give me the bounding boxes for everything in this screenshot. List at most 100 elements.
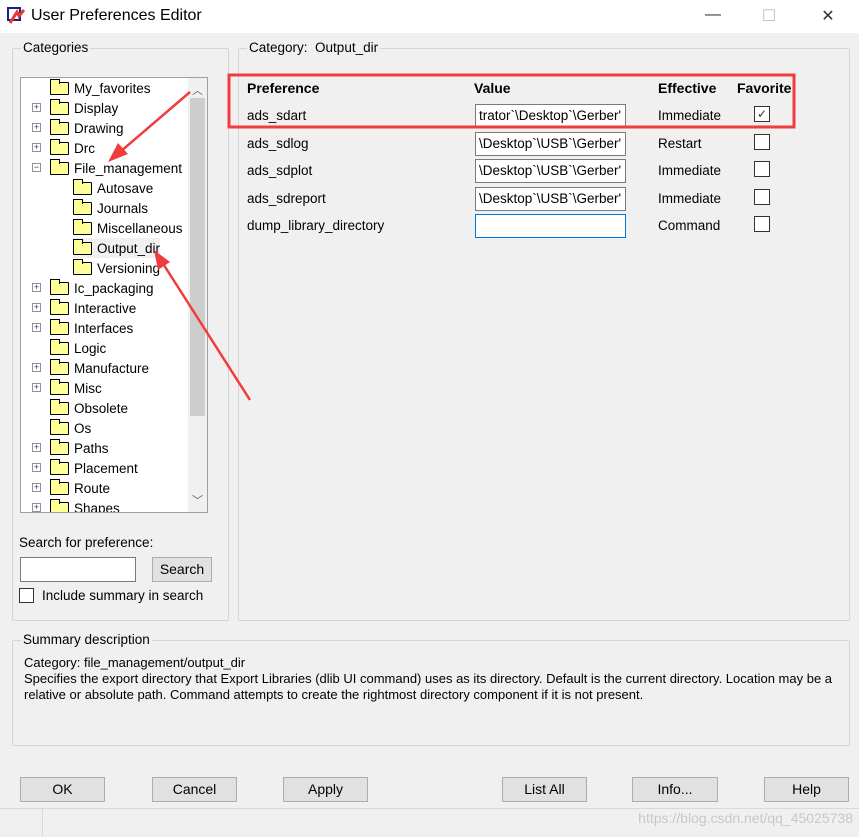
folder-icon xyxy=(50,438,69,455)
tree-item-drawing[interactable]: Drawing xyxy=(50,118,124,138)
tree-item-logic[interactable]: Logic xyxy=(50,338,106,358)
tree-item-label: Misc xyxy=(74,380,102,396)
expand-icon[interactable]: + xyxy=(32,443,41,452)
folder-icon xyxy=(50,338,69,355)
tree-item-route[interactable]: Route xyxy=(50,478,110,498)
favorite-checkbox[interactable] xyxy=(754,188,770,205)
tree-item-label: Interfaces xyxy=(74,320,134,336)
expand-icon[interactable]: + xyxy=(32,303,41,312)
tree-item-label: Drawing xyxy=(74,120,124,136)
tree-item-drc[interactable]: Drc xyxy=(50,138,95,158)
effective-value: Immediate xyxy=(658,108,722,123)
minimize-button[interactable]: — xyxy=(703,6,723,26)
ok-button[interactable]: OK xyxy=(20,777,105,802)
header-effective: Effective xyxy=(658,80,717,96)
include-summary-checkbox[interactable] xyxy=(19,588,34,603)
effective-value: Immediate xyxy=(658,190,722,206)
tree-item-interactive[interactable]: Interactive xyxy=(50,298,136,318)
expand-icon[interactable]: + xyxy=(32,463,41,472)
folder-icon xyxy=(50,78,69,95)
scroll-thumb[interactable] xyxy=(190,98,205,416)
folder-icon xyxy=(50,478,69,495)
preference-name: ads_sdplot xyxy=(247,163,313,178)
summary-category: Category: file_management/output_dir xyxy=(24,655,246,670)
folder-icon xyxy=(73,218,92,235)
tree-item-my_favorites[interactable]: My_favorites xyxy=(50,78,151,98)
collapse-icon[interactable]: − xyxy=(32,163,41,172)
tree-item-autosave[interactable]: Autosave xyxy=(73,178,153,198)
expand-icon[interactable]: + xyxy=(32,483,41,492)
title-bar: User Preferences Editor — ☐ ✕ xyxy=(0,0,859,33)
info-button[interactable]: Info... xyxy=(632,777,718,802)
tree-item-output_dir[interactable]: Output_dir xyxy=(73,238,161,258)
folder-icon xyxy=(50,358,69,375)
expand-icon[interactable]: + xyxy=(32,363,41,372)
tree-item-misc[interactable]: Misc xyxy=(50,378,102,398)
category-tree[interactable]: ︿ ﹀ My_favorites Display + Drawing + Drc + File… xyxy=(20,77,208,513)
favorite-checkbox[interactable] xyxy=(754,133,770,150)
tree-item-label: Drc xyxy=(74,140,95,156)
tree-item-ic_packaging[interactable]: Ic_packaging xyxy=(50,278,154,298)
tree-item-miscellaneous[interactable]: Miscellaneous xyxy=(73,218,183,238)
tree-item-versioning[interactable]: Versioning xyxy=(73,258,160,278)
preference-value-input[interactable]: \Desktop`\USB`\Gerber' xyxy=(475,131,626,156)
favorite-checkbox[interactable] xyxy=(754,216,770,232)
app-icon xyxy=(7,7,25,24)
preference-value-input[interactable] xyxy=(475,214,626,238)
list-all-button[interactable]: List All xyxy=(502,777,587,802)
tree-item-manufacture[interactable]: Manufacture xyxy=(50,358,149,378)
tree-item-label: Os xyxy=(74,420,92,436)
close-button[interactable]: ✕ xyxy=(818,6,838,26)
tree-item-display[interactable]: Display xyxy=(50,98,118,118)
preference-name: ads_sdart xyxy=(247,108,307,123)
tree-item-journals[interactable]: Journals xyxy=(73,198,148,218)
tree-item-label: Manufacture xyxy=(74,360,150,376)
folder-icon xyxy=(73,178,92,195)
tree-item-label: Placement xyxy=(74,460,138,476)
folder-icon xyxy=(50,138,69,155)
category-name: Output_dir xyxy=(315,40,379,55)
folder-icon xyxy=(50,378,69,395)
tree-item-shapes[interactable]: Shapes xyxy=(50,498,120,512)
scroll-down-icon[interactable]: ﹀ xyxy=(188,492,207,508)
folder-icon xyxy=(73,198,92,215)
expand-icon[interactable]: + xyxy=(32,123,41,132)
expand-icon[interactable]: + xyxy=(32,383,41,392)
folder-icon xyxy=(50,418,69,435)
tree-item-placement[interactable]: Placement xyxy=(50,458,138,478)
tree-item-file_management[interactable]: File_management xyxy=(50,158,182,178)
tree-item-os[interactable]: Os xyxy=(50,418,91,438)
effective-value: Restart xyxy=(658,135,702,151)
watermark: https://blog.csdn.net/qq_45025738 xyxy=(638,810,853,826)
expand-icon[interactable]: + xyxy=(32,323,41,332)
folder-icon xyxy=(50,98,69,115)
effective-value: Command xyxy=(658,218,721,233)
favorite-checkbox[interactable] xyxy=(754,161,770,177)
expand-icon[interactable]: + xyxy=(32,283,41,292)
search-input[interactable] xyxy=(20,557,136,582)
expand-icon[interactable]: + xyxy=(32,143,41,152)
search-button[interactable]: Search xyxy=(152,557,212,582)
preference-value-input[interactable]: \Desktop`\USB`\Gerber' xyxy=(475,159,626,183)
tree-item-paths[interactable]: Paths xyxy=(50,438,109,458)
preference-name: ads_sdreport xyxy=(247,190,326,206)
tree-scrollbar[interactable]: ︿ ﹀ xyxy=(188,78,207,512)
tree-item-label: Logic xyxy=(74,340,107,356)
include-summary-label: Include summary in search xyxy=(42,588,204,603)
help-button[interactable]: Help xyxy=(764,777,849,802)
tree-item-label: Interactive xyxy=(74,300,137,316)
expand-icon[interactable]: + xyxy=(32,103,41,112)
expand-icon[interactable]: + xyxy=(32,503,41,512)
tree-item-label: Route xyxy=(74,480,111,496)
apply-button[interactable]: Apply xyxy=(283,777,368,802)
tree-item-interfaces[interactable]: Interfaces xyxy=(50,318,133,338)
header-value: Value xyxy=(474,80,511,96)
preference-value-input[interactable]: trator`\Desktop`\Gerber' xyxy=(475,104,626,128)
maximize-button[interactable]: ☐ xyxy=(759,6,779,26)
categories-label: Categories xyxy=(21,40,91,55)
preference-value-input[interactable]: \Desktop`\USB`\Gerber' xyxy=(475,186,626,211)
cancel-button[interactable]: Cancel xyxy=(152,777,237,802)
tree-item-obsolete[interactable]: Obsolete xyxy=(50,398,128,418)
scroll-up-icon[interactable]: ︿ xyxy=(188,82,207,98)
favorite-checkbox[interactable]: ✓ xyxy=(754,106,770,122)
